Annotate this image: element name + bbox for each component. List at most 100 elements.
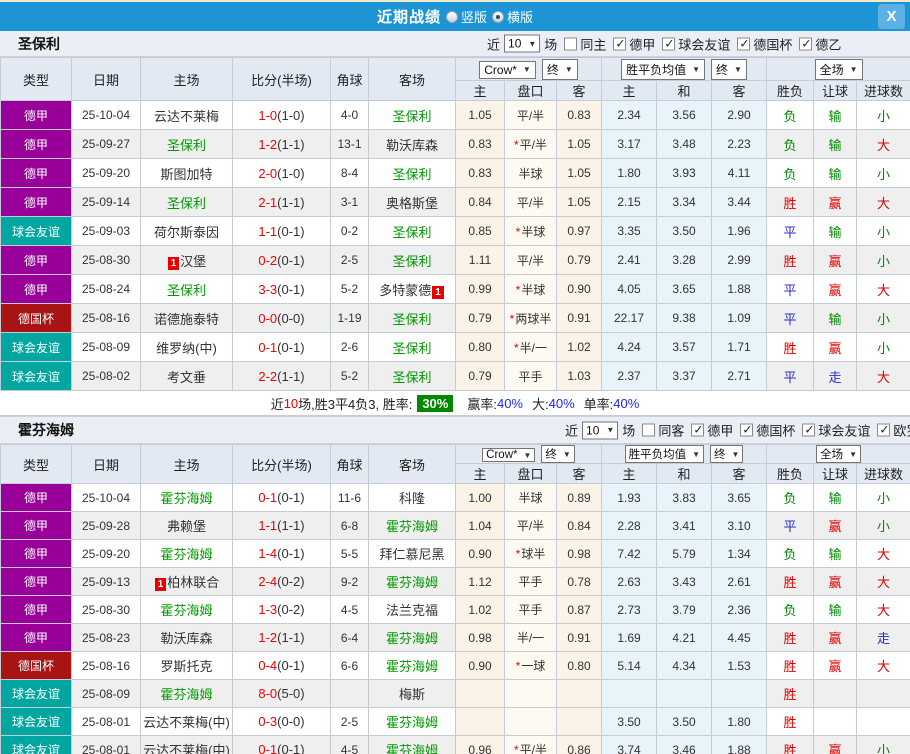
checkbox-icon[interactable] <box>564 37 578 50</box>
odds-home-cell: 1.02 <box>455 595 505 624</box>
league-filter-checkbox[interactable]: 德乙 <box>799 34 841 53</box>
final-dropdown-2[interactable]: 终 <box>710 445 744 463</box>
halftime-score: (0-0) <box>277 310 305 326</box>
halftime-score: (0-1) <box>277 223 305 239</box>
league-filter-checkbox-label: 欧罗巴杯 <box>893 423 910 439</box>
avg-away-cell: 1.96 <box>711 216 768 246</box>
avg-odds-group: 胜平负均值终 <box>601 57 768 81</box>
checkbox-icon[interactable] <box>613 37 627 50</box>
close-button[interactable]: X <box>878 4 905 29</box>
odds-away-cell <box>556 679 602 708</box>
handicap-result-cell: 赢 <box>813 651 858 680</box>
league-filter-checkbox[interactable]: 德国杯 <box>737 34 792 53</box>
avg-draw-cell: 9.38 <box>656 303 713 333</box>
away-team-name: 多特蒙德 <box>379 282 432 298</box>
league-filter-checkbox[interactable]: 德甲 <box>613 34 655 53</box>
final-dropdown-2[interactable]: 终 <box>711 58 747 80</box>
fullmatch-dropdown[interactable]: 全场 <box>816 445 861 463</box>
table-row: 德甲 25-10-04 云达不莱梅 1-0(1-0) 4-0 圣保利 1.05 平/半 0.83… <box>0 100 910 130</box>
avg-dropdown[interactable]: 胜平负均值 <box>621 58 706 80</box>
fulltime-score: 8-0 <box>258 686 278 701</box>
home-team-name: 弗赖堡 <box>166 519 206 534</box>
avg-draw-cell: 3.46 <box>656 735 712 754</box>
avg-home-cell: 1.80 <box>601 158 658 188</box>
crow-dropdown[interactable]: Crow* <box>479 60 536 79</box>
header-row-groups: 类型日期主场比分(半场)角球客场Crow*终胜平负均值终全场 <box>0 444 910 484</box>
final-dropdown-1[interactable]: 终 <box>541 58 578 80</box>
avg-away-cell: 2.90 <box>711 100 768 130</box>
handicap-result-cell: 输 <box>813 303 858 333</box>
header-row-groups: 类型日期主场比分(半场)角球客场Crow*终胜平负均值终全场 <box>0 57 910 101</box>
final-dropdown-1[interactable]: 终 <box>541 445 575 463</box>
handicap-cell <box>504 679 557 708</box>
home-team-name: 罗斯托克 <box>160 659 213 674</box>
date-cell: 25-09-27 <box>71 129 141 159</box>
table-row: 球会友谊 25-08-09 霍芬海姆 8-0(5-0) 梅斯 胜 <box>0 679 910 708</box>
table-row: 德国杯 25-08-16 诺德施泰特 0-0(0-0) 1-19 圣保利 0.79 *两球半 0… <box>0 303 910 333</box>
goals-cell: 小 <box>856 735 910 754</box>
away-team-cell: 拜仁慕尼黑 <box>368 539 456 568</box>
games-count-select[interactable]: 10 <box>504 34 541 53</box>
same-side-checkbox[interactable]: 同主 <box>564 34 606 53</box>
result-cell: 胜 <box>766 332 815 362</box>
fulltime-score: 2-2 <box>258 368 278 384</box>
avg-away-cell <box>710 679 768 708</box>
checkbox-icon[interactable] <box>662 37 676 50</box>
league-filter-checkbox[interactable]: 球会友谊 <box>662 34 730 53</box>
sub-column-header: 客 <box>711 80 768 101</box>
home-team-cell: 圣保利 <box>140 187 233 217</box>
checkbox-icon[interactable] <box>802 423 816 437</box>
halftime-score: (0-1) <box>277 658 305 673</box>
goals-cell: 小 <box>856 216 910 246</box>
result-cell: 平 <box>766 216 815 246</box>
odds-away-cell: 1.05 <box>555 158 603 188</box>
checkbox-icon[interactable] <box>642 423 656 437</box>
odds-away-cell: 0.91 <box>555 303 603 333</box>
radio-icon[interactable] <box>445 10 458 23</box>
layout-radio-vertical[interactable]: 竖版 <box>445 7 487 26</box>
league-filter-checkbox[interactable]: 球会友谊 <box>802 421 870 440</box>
date-cell: 25-08-09 <box>71 679 141 708</box>
result-cell: 胜 <box>766 245 815 275</box>
league-cell: 德甲 <box>0 567 72 596</box>
result-cell: 胜 <box>766 567 815 596</box>
same-side-checkbox[interactable]: 同客 <box>642 421 684 440</box>
halftime-score: (0-1) <box>277 490 305 505</box>
league-filter-checkbox[interactable]: 德甲 <box>691 421 733 440</box>
radio-icon[interactable] <box>492 10 504 23</box>
home-team-cell: 云达不莱梅(中) <box>140 735 233 754</box>
fullmatch-dropdown[interactable]: 全场 <box>814 58 863 80</box>
odds-home-cell: 0.96 <box>455 735 505 754</box>
away-team-cell: 圣保利 <box>368 100 456 130</box>
games-label: 场 <box>544 37 558 52</box>
checkbox-icon[interactable] <box>877 423 891 437</box>
crow-dropdown[interactable]: Crow* <box>482 448 536 462</box>
goals-cell <box>856 707 910 736</box>
league-filter-checkbox[interactable]: 德国杯 <box>740 421 795 440</box>
date-cell: 25-10-04 <box>71 483 141 512</box>
avg-home-cell: 7.42 <box>601 539 657 568</box>
away-team-name: 霍芬海姆 <box>385 631 438 646</box>
layout-radio-horizontal[interactable]: 横版 <box>492 7 533 26</box>
corner-cell: 6-4 <box>330 623 369 652</box>
avg-dropdown[interactable]: 胜平负均值 <box>624 445 705 463</box>
checkbox-icon[interactable] <box>737 37 751 50</box>
result-cell: 胜 <box>766 651 815 680</box>
table-row: 德甲 25-08-24 圣保利 3-3(0-1) 5-2 多特蒙德 1 0.99 *半球 0.90… <box>0 274 910 304</box>
handicap-cell: *一球 <box>504 651 557 680</box>
league-filter-checkbox[interactable]: 欧罗巴杯 <box>877 421 910 440</box>
checkbox-icon[interactable] <box>740 423 754 437</box>
avg-away-cell: 1.09 <box>711 303 768 333</box>
score-cell: 8-0(5-0) <box>232 679 331 708</box>
checkbox-icon[interactable] <box>691 423 705 437</box>
corner-cell <box>330 679 369 708</box>
games-count-select[interactable]: 10 <box>582 421 619 439</box>
table-row: 德甲 25-08-23 勒沃库森 1-2(1-1) 6-4 霍芬海姆 0.98 半/一 0.91… <box>0 623 910 652</box>
handicap-cell: 平手 <box>504 595 557 624</box>
result-cell: 胜 <box>766 679 815 708</box>
checkbox-icon[interactable] <box>799 37 813 50</box>
away-team-name: 圣保利 <box>392 224 432 240</box>
odds-away-cell: 0.83 <box>555 100 603 130</box>
league-filter-checkbox-label: 德甲 <box>707 423 734 439</box>
date-cell: 25-08-01 <box>71 735 141 754</box>
